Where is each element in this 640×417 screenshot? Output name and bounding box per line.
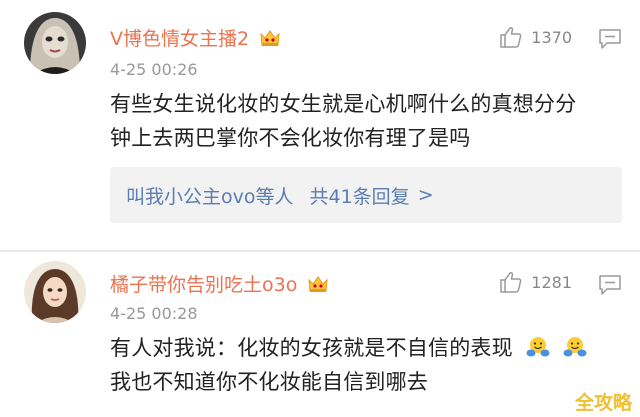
comment-icon[interactable] [598, 274, 622, 296]
view-replies-button[interactable]: 叫我小公主ovo等人 共41条回复 > [110, 167, 622, 223]
replies-users: 叫我小公主ovo等人 [126, 185, 294, 208]
username[interactable]: V博色情女主播2 [110, 24, 281, 51]
comment-text-line: 有些女生说化妆的女生就是心机啊什么的真想分分 [110, 92, 577, 116]
comment-text-segment: 有人对我说：化妆的女孩就是不自信的表现 [110, 336, 513, 360]
hug-emoji-icon [526, 335, 550, 359]
crown-badge-icon [307, 274, 329, 294]
hug-emoji-icon [563, 335, 587, 359]
thumbs-up-icon [500, 271, 522, 293]
comment-item: 橘子带你告别吃土o3o 4-25 00:28 1281 有人对我说：化妆的女孩就… [0, 252, 640, 417]
comment-item: V博色情女主播2 4-25 00:26 1370 有些女生说化妆的女生就是心机啊… [0, 0, 640, 250]
timestamp: 4-25 00:28 [110, 304, 198, 323]
like-count: 1281 [531, 272, 572, 292]
username[interactable]: 橘子带你告别吃土o3o [110, 270, 329, 297]
username-text: 橘子带你告别吃土o3o [110, 274, 298, 296]
watermark: 全攻略 [574, 392, 632, 414]
comment-text-line: 我也不知道你不化妆能自信到哪去 [110, 370, 428, 394]
like-button[interactable]: 1281 [499, 271, 572, 293]
chevron-right-icon: > [417, 184, 434, 206]
username-text: V博色情女主播2 [110, 28, 250, 50]
like-count: 1370 [531, 27, 572, 47]
like-button[interactable]: 1370 [499, 26, 572, 48]
comment-text: 有些女生说化妆的女生就是心机啊什么的真想分分 钟上去两巴掌你不会化妆你有理了是吗 [110, 87, 622, 155]
avatar[interactable] [24, 12, 86, 74]
comment-text: 有人对我说：化妆的女孩就是不自信的表现 我也不知道你不化妆能自信到哪去 [110, 331, 622, 399]
crown-badge-icon [259, 28, 281, 48]
timestamp: 4-25 00:26 [110, 60, 198, 79]
comment-icon[interactable] [598, 28, 622, 50]
comment-text-line: 有人对我说：化妆的女孩就是不自信的表现 [110, 331, 622, 365]
avatar[interactable] [24, 261, 86, 323]
replies-count: 共41条回复 [309, 185, 410, 208]
thumbs-up-icon [500, 26, 522, 48]
comment-text-line: 钟上去两巴掌你不会化妆你有理了是吗 [110, 126, 471, 150]
